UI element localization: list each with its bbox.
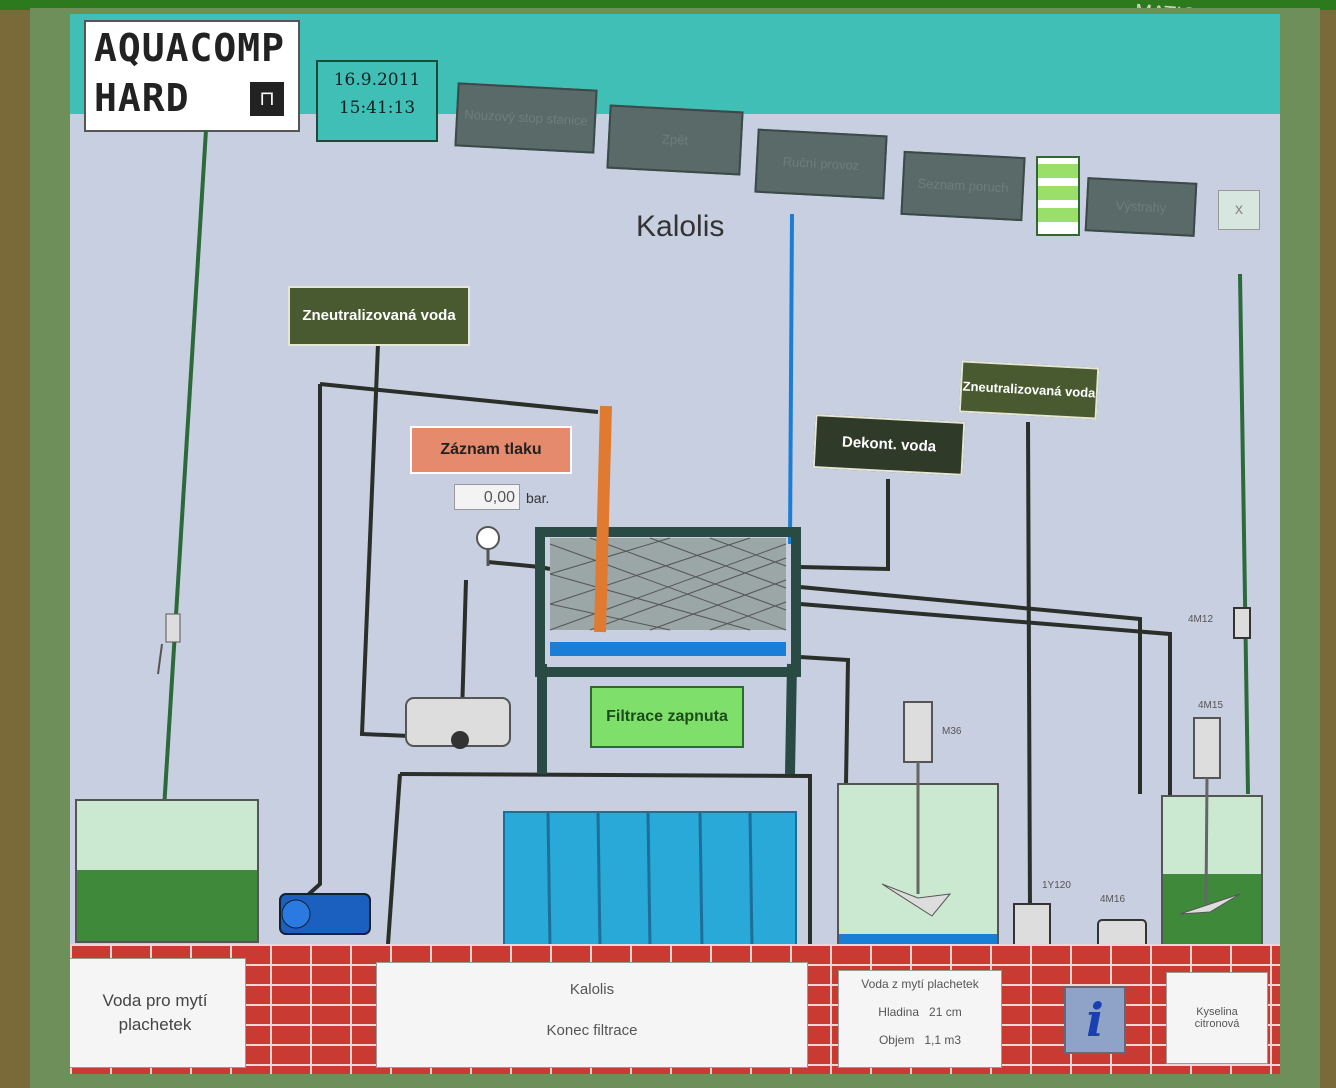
mixer-tag-4m15: 4M15 <box>1198 700 1224 711</box>
pressure-unit-label: bar. <box>526 490 550 506</box>
press-status-panel[interactable]: Kalolis Konec filtrace <box>376 962 808 1068</box>
valve-tag-1y120: 1Y120 <box>1042 880 1071 891</box>
neutralized-water-label-right: Zneutralizovaná voda <box>958 360 1100 420</box>
decont-water-label: Dekont. voda <box>812 414 966 476</box>
filter-plate-blue <box>550 642 786 656</box>
wash-water-panel-text: Voda pro mytí plachetek <box>102 991 208 1034</box>
wash-water-tank-fill <box>77 870 257 941</box>
mixer-tag-m36: M36 <box>942 726 962 737</box>
mixer-motor-2-icon <box>1193 717 1221 779</box>
level-label: Hladina <box>878 1005 919 1019</box>
info-button[interactable]: i <box>1064 986 1126 1054</box>
pipe-dark-10 <box>1026 421 1032 915</box>
pressure-record-button[interactable]: Záznam tlaku <box>410 426 572 474</box>
press-status-title: Kalolis <box>569 981 615 998</box>
volume-value: 1,1 m3 <box>924 1033 962 1047</box>
washed-water-info-panel[interactable]: Voda z mytí plachetek Hladina 21 cm Obje… <box>838 970 1002 1068</box>
level-value: 21 cm <box>929 1005 962 1019</box>
valve-4m12-icon <box>1233 607 1251 639</box>
pipe-blue <box>788 213 794 545</box>
left-valve-icon <box>165 613 181 643</box>
pressure-value-field: 0,00 <box>454 484 520 510</box>
pipe-dark-6 <box>799 479 890 572</box>
hmi-screen: AQUACOMP HARD ⊓ 16.9.2011 15:41:13 Nouzo… <box>70 14 1280 1074</box>
pipe-dark-3 <box>359 343 411 738</box>
mixer-motor-1-icon <box>903 701 933 763</box>
neutralized-water-label-left: Zneutralizovaná voda <box>288 286 470 346</box>
press-leg-right <box>785 663 797 775</box>
pipe-orange <box>594 405 612 633</box>
press-status-text: Konec filtrace <box>546 1022 638 1039</box>
pipe-dark-2 <box>319 382 599 414</box>
citric-acid-tank-fill <box>1163 874 1261 949</box>
volume-label: Objem <box>878 1033 915 1047</box>
pipe-green-right <box>1238 273 1250 795</box>
wash-water-panel[interactable]: Voda pro mytí plachetek <box>70 958 246 1068</box>
pipe-dark-9 <box>799 655 851 785</box>
valve-y120-icon <box>1013 903 1051 947</box>
pressure-gauge-icon <box>476 526 500 550</box>
pipe-dark-12 <box>386 773 402 945</box>
valve-tag-4m12: 4M12 <box>1188 614 1214 625</box>
pipe-dark-1 <box>296 384 322 906</box>
washed-water-title: Voda z mytí plachetek <box>861 977 979 991</box>
citric-acid-text: Kyselina citronová <box>1194 1006 1240 1030</box>
process-diagram <box>75 129 1263 951</box>
pipe-green-left <box>162 129 208 810</box>
pipe-dark-5 <box>460 579 468 715</box>
filtration-status-indicator: Filtrace zapnuta <box>590 686 744 748</box>
pump-tag-4m16: 4M16 <box>1100 894 1126 905</box>
citric-acid-panel[interactable]: Kyselina citronová <box>1166 972 1268 1064</box>
